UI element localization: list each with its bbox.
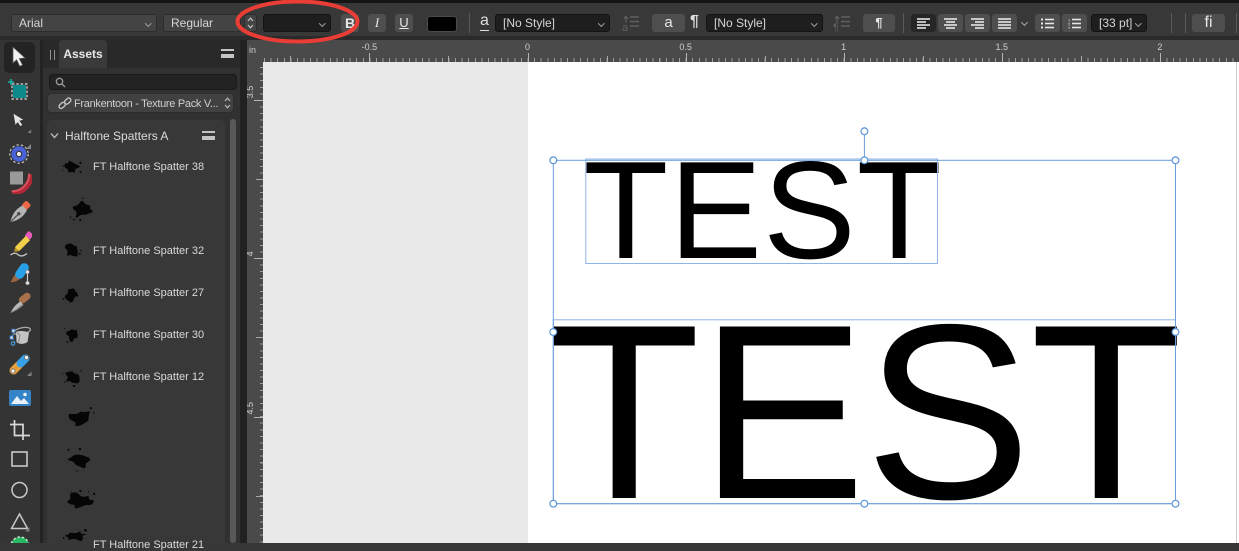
svg-text:¶: ¶ [833, 22, 839, 32]
svg-text:a: a [622, 22, 629, 32]
svg-text:3: 3 [1068, 25, 1071, 29]
